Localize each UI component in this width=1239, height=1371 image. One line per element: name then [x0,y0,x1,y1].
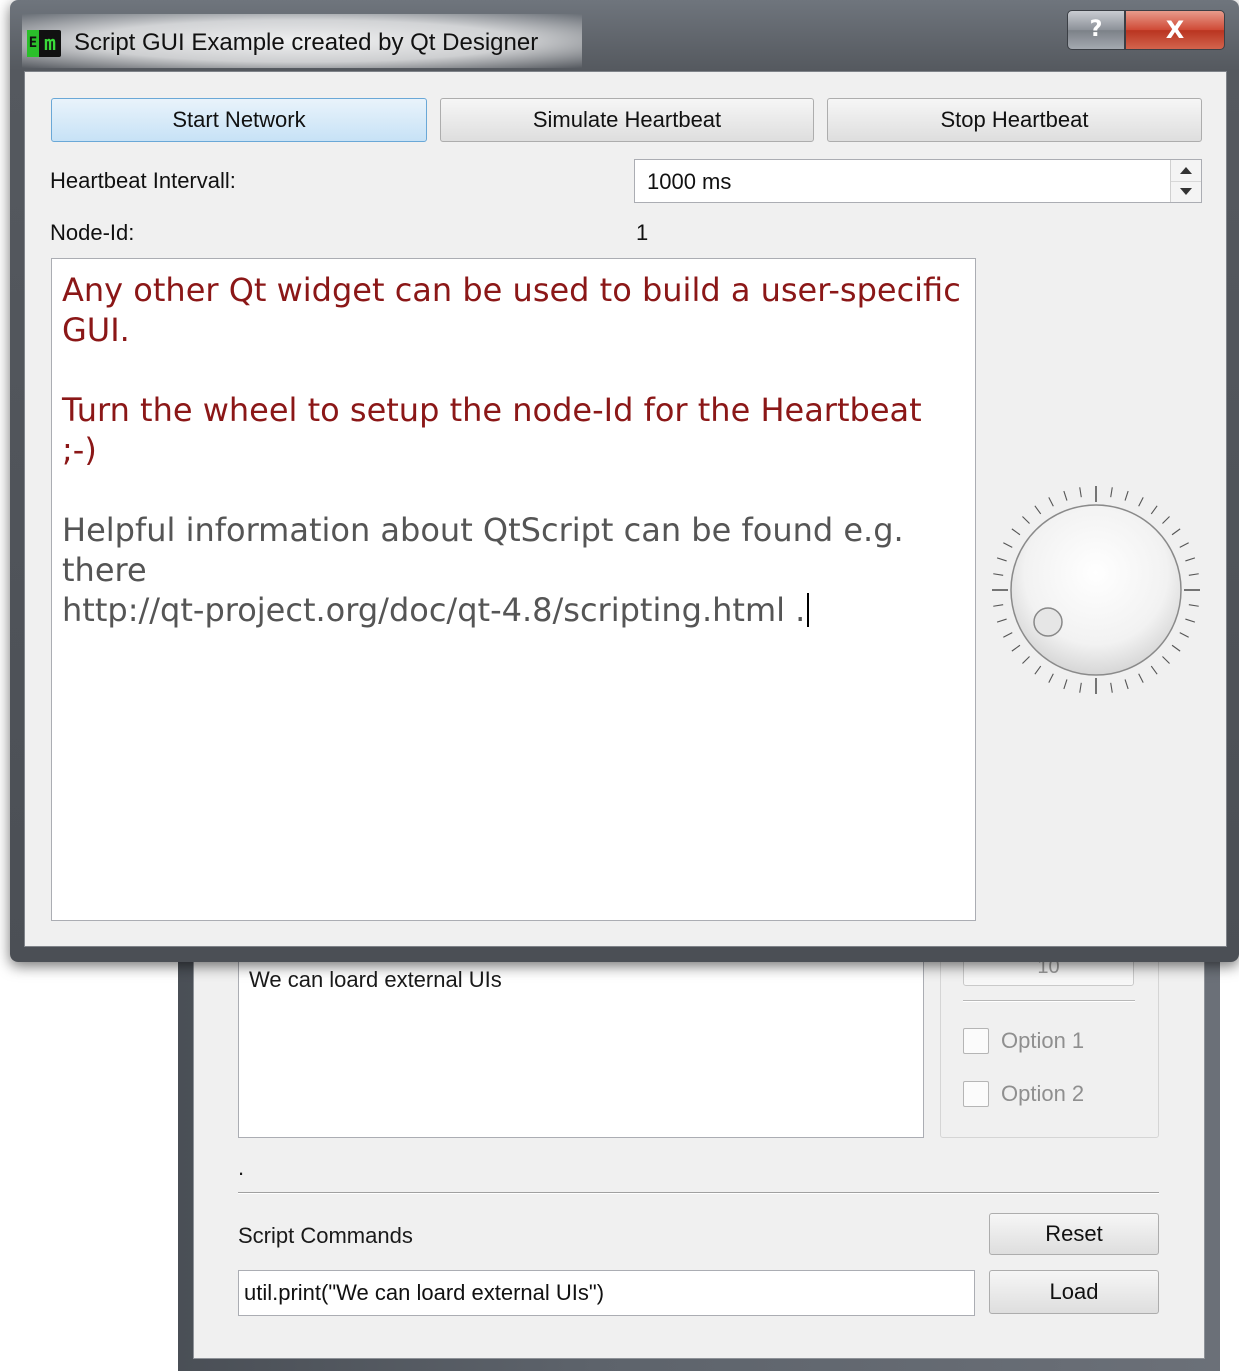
app-icon-m: m [43,31,57,55]
window-title: Script GUI Example created by Qt Designe… [74,29,539,56]
info-line-4: http://qt-project.org/doc/qt-4.8/scripti… [62,591,806,629]
app-icon: E m [27,30,61,57]
dial-tick [1063,679,1068,690]
dial-tick [1048,497,1054,507]
help-button[interactable]: ? [1067,10,1125,50]
heartbeat-interval-spinbox[interactable]: 1000 ms [634,159,1202,203]
output-text: We can loard external UIs [249,967,502,992]
info-text-edit[interactable]: Any other Qt widget can be used to build… [51,258,976,921]
help-icon: ? [1089,17,1103,42]
dial-tick [1138,497,1144,507]
node-id-value: 1 [636,220,649,245]
dial-tick [1179,542,1189,548]
dial-knob [1010,504,1182,676]
separator-line [238,1192,1159,1194]
dial-tick [1022,516,1030,524]
dial-tick [1011,644,1021,652]
dial-tick [993,604,1004,607]
dial-tick [1110,682,1113,693]
chevron-up-icon [1180,167,1192,174]
dial-indicator [1033,607,1063,637]
load-button[interactable]: Load [989,1270,1159,1314]
dial-tick [1179,632,1189,638]
close-icon: X [1165,16,1185,44]
dial-tick [1034,505,1042,515]
dial-tick [1124,490,1129,501]
option-1-checkbox[interactable]: Option 1 [963,1024,1133,1058]
dial-tick [1079,487,1082,498]
dial-tick [1150,665,1158,675]
dial-tick [1185,557,1196,562]
option-2-label: Option 2 [1001,1081,1085,1106]
spin-arrows [1170,160,1201,202]
simulate-heartbeat-button[interactable]: Simulate Heartbeat [440,98,814,142]
dial-tick [1022,656,1030,664]
dial-tick [1188,573,1199,576]
heartbeat-interval-value: 1000 ms [647,169,732,194]
chevron-down-icon [1180,188,1192,195]
dial-tick [1003,632,1013,638]
dial-tick [1185,618,1196,623]
node-id-label: Node-Id: [50,220,135,245]
dial-tick [1138,673,1144,683]
spin-down-button[interactable] [1171,181,1201,202]
option-1-label: Option 1 [1001,1028,1085,1053]
text-caret [807,593,810,627]
dial-tick [1048,673,1054,683]
dial-tick [1162,516,1170,524]
spin-up-button[interactable] [1171,160,1201,182]
checkbox-box [963,1081,989,1107]
node-id-dial[interactable] [988,480,1204,700]
script-commands-label: Script Commands [238,1223,413,1248]
status-label: . [238,1155,245,1180]
output-text-area[interactable]: We can loard external UIs [238,950,924,1138]
dial-tick [1003,542,1013,548]
info-line-3: Helpful information about QtScript can b… [62,511,904,589]
start-network-button[interactable]: Start Network [51,98,427,142]
option-2-checkbox[interactable]: Option 2 [963,1077,1133,1111]
dial-tick [1171,644,1181,652]
reset-button[interactable]: Reset [989,1213,1159,1255]
info-line-4-wrap: http://qt-project.org/doc/qt-4.8/scripti… [62,590,965,630]
dial-tick [1110,487,1113,498]
dial-tick [1188,604,1199,607]
dial-tick [996,557,1007,562]
dial-tick [1124,679,1129,690]
info-line-2: Turn the wheel to setup the node-Id for … [62,391,922,469]
dial-tick [1063,490,1068,501]
dial-tick [993,573,1004,576]
command-input[interactable] [238,1270,975,1316]
checkbox-box [963,1028,989,1054]
info-line-1: Any other Qt widget can be used to build… [62,271,961,349]
dial-tick [1034,665,1042,675]
dial-tick [1011,528,1021,536]
dial-tick [1162,656,1170,664]
close-button[interactable]: X [1125,10,1225,50]
dial-tick [1079,682,1082,693]
stop-heartbeat-button[interactable]: Stop Heartbeat [827,98,1202,142]
dial-tick [1150,505,1158,515]
dial-tick [1171,528,1181,536]
dial-tick [996,618,1007,623]
heartbeat-interval-label: Heartbeat Intervall: [50,168,236,193]
options-divider [963,1000,1135,1002]
app-icon-e: E [27,30,39,57]
